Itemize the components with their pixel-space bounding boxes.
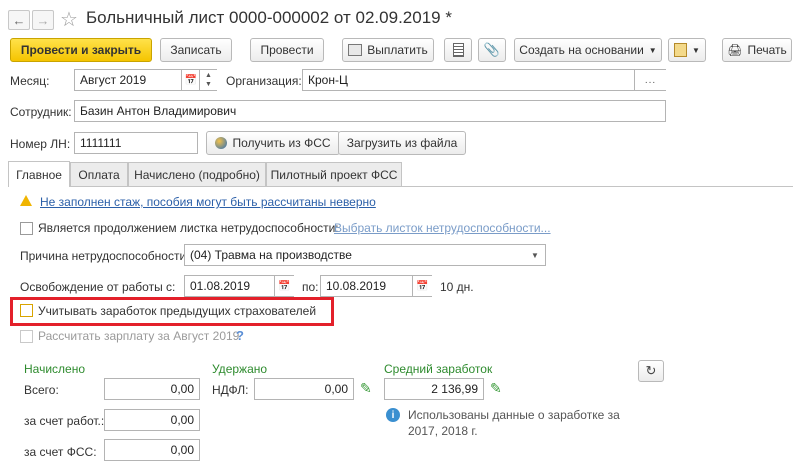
total-field[interactable]: 0,00 <box>104 378 200 400</box>
date-from-field[interactable]: 01.08.2019 📅 <box>184 275 294 297</box>
tab-pilot-fss[interactable]: Пилотный проект ФСС <box>266 162 402 186</box>
calendar-icon[interactable]: 📅 <box>412 276 432 296</box>
withheld-title: Удержано <box>212 362 268 376</box>
info-text-line1: Использованы данные о заработке за <box>408 408 620 422</box>
date-to-field[interactable]: 10.08.2019 📅 <box>320 275 432 297</box>
employer-label: за счет работ.: <box>24 414 105 428</box>
continuation-label: Является продолжением листка нетрудоспос… <box>38 221 339 235</box>
release-label: Освобождение от работы с: <box>20 280 176 294</box>
warning-icon <box>20 195 32 206</box>
total-value: 0,00 <box>170 382 194 396</box>
ndfl-value: 0,00 <box>324 382 348 396</box>
list-icon <box>452 43 464 57</box>
spin-down-icon[interactable]: ▼ <box>205 80 212 89</box>
chevron-down-icon: ▼ <box>648 45 657 55</box>
get-from-fss-label: Получить из ФСС <box>232 136 331 150</box>
pay-icon <box>348 44 363 56</box>
employee-value: Базин Антон Владимирович <box>80 104 237 118</box>
calendar-icon[interactable]: 📅 <box>274 276 294 296</box>
employer-field[interactable]: 0,00 <box>104 409 200 431</box>
arrow-left-icon: ← <box>12 12 26 28</box>
total-label: Всего: <box>24 383 59 397</box>
prev-insurers-checkbox[interactable] <box>20 304 33 317</box>
calc-salary-checkbox[interactable] <box>20 330 33 343</box>
reports-menu-button[interactable]: ▼ <box>668 38 706 62</box>
list-button[interactable] <box>444 38 472 62</box>
tab-baseline <box>8 186 793 187</box>
organization-field[interactable]: Крон-Ц ... <box>302 69 666 91</box>
calc-salary-label: Рассчитать зарплату за Август 2019 <box>38 329 240 343</box>
spin-up-icon[interactable]: ▲ <box>205 71 212 80</box>
date-to-value: 10.08.2019 <box>326 279 387 293</box>
attach-button[interactable]: 📎 <box>478 38 506 62</box>
chevron-down-icon[interactable]: ▼ <box>525 245 545 265</box>
create-based-on-label: Создать на основании <box>519 43 644 57</box>
fss-icon <box>215 137 228 149</box>
reason-select[interactable]: (04) Травма на производстве ▼ <box>184 244 546 266</box>
month-field[interactable]: Август 2019 📅 ▲ ▼ <box>74 69 217 91</box>
ln-number-label: Номер ЛН: <box>10 137 71 151</box>
pay-button[interactable]: Выплатить <box>342 38 434 62</box>
paperclip-icon: 📎 <box>483 42 501 57</box>
pencil-icon[interactable]: ✎ <box>490 380 502 397</box>
experience-warning-link[interactable]: Не заполнен стаж, пособия могут быть рас… <box>40 195 376 209</box>
post-button[interactable]: Провести <box>250 38 324 62</box>
pay-label: Выплатить <box>367 43 428 57</box>
window-title: Больничный лист 0000-000002 от 02.09.201… <box>86 8 452 27</box>
report-icon <box>674 43 688 57</box>
ln-number-field[interactable]: 1111111 <box>74 132 198 154</box>
ndfl-field[interactable]: 0,00 <box>254 378 354 400</box>
avg-earnings-title: Средний заработок <box>384 362 493 376</box>
reason-label: Причина нетрудоспособности: <box>20 249 190 263</box>
fss-value: 0,00 <box>170 443 194 457</box>
select-sick-leave-link[interactable]: Выбрать листок нетрудоспособности... <box>334 221 551 235</box>
continuation-checkbox[interactable] <box>20 222 33 235</box>
refresh-button[interactable]: ↻ <box>638 360 664 382</box>
month-value: Август 2019 <box>80 73 147 87</box>
date-to-label: по: <box>302 280 319 294</box>
info-text-line2: 2017, 2018 г. <box>408 424 478 438</box>
help-icon[interactable]: ? <box>236 328 244 343</box>
employee-field[interactable]: Базин Антон Владимирович <box>74 100 666 122</box>
reason-value: (04) Травма на производстве <box>190 248 352 262</box>
days-count: 10 дн. <box>440 280 474 294</box>
forward-button[interactable]: → <box>32 10 54 30</box>
tab-main[interactable]: Главное <box>8 161 70 187</box>
tab-payment[interactable]: Оплата <box>70 162 128 186</box>
arrow-right-icon: → <box>36 12 50 28</box>
month-label: Месяц: <box>10 74 50 88</box>
tab-accrued-detailed[interactable]: Начислено (подробно) <box>128 162 266 186</box>
info-icon: i <box>386 408 400 422</box>
fss-field[interactable]: 0,00 <box>104 439 200 461</box>
ndfl-label: НДФЛ: <box>212 383 249 397</box>
chevron-down-icon: ▼ <box>692 45 700 55</box>
organization-value: Крон-Ц <box>308 73 348 87</box>
printer-icon: 🖨 <box>727 43 743 57</box>
avg-earnings-field[interactable]: 2 136,99 <box>384 378 484 400</box>
employee-label: Сотрудник: <box>10 105 72 119</box>
employer-value: 0,00 <box>170 413 194 427</box>
accrued-title: Начислено <box>24 362 86 376</box>
date-from-value: 01.08.2019 <box>190 279 251 293</box>
star-icon[interactable]: ☆ <box>60 7 78 32</box>
load-from-file-button[interactable]: Загрузить из файла <box>338 131 466 155</box>
save-button[interactable]: Записать <box>160 38 232 62</box>
print-button[interactable]: 🖨 Печать <box>722 38 792 62</box>
pencil-icon[interactable]: ✎ <box>360 380 372 397</box>
ln-number-value: 1111111 <box>80 136 122 150</box>
print-label: Печать <box>747 43 787 57</box>
calendar-icon[interactable]: 📅 <box>181 70 200 90</box>
back-button[interactable]: ← <box>8 10 30 30</box>
organization-label: Организация: <box>226 74 302 88</box>
fss-label: за счет ФСС: <box>24 445 97 459</box>
post-and-close-button[interactable]: Провести и закрыть <box>10 38 152 62</box>
prev-insurers-label: Учитывать заработок предыдущих страховат… <box>38 304 317 318</box>
spin-buttons[interactable]: ▲ ▼ <box>199 70 217 90</box>
create-based-on-button[interactable]: Создать на основании ▼ <box>514 38 662 62</box>
more-icon[interactable]: ... <box>634 70 666 90</box>
refresh-icon: ↻ <box>645 363 657 378</box>
get-from-fss-button[interactable]: Получить из ФСС <box>206 131 340 155</box>
avg-earnings-value: 2 136,99 <box>431 382 478 396</box>
